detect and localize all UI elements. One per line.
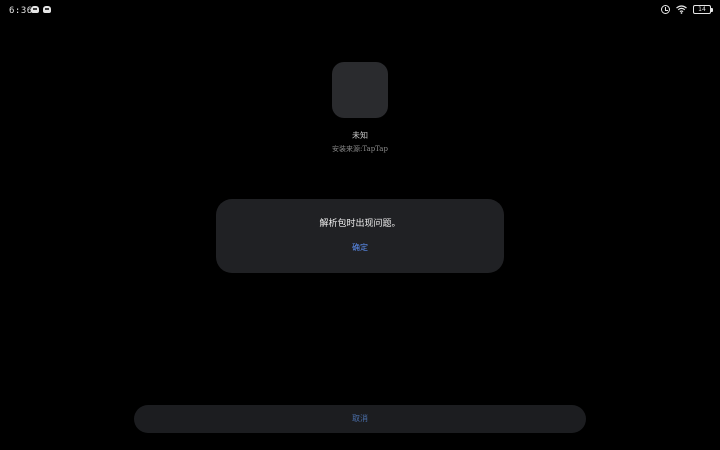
status-bar: 6:36 14 bbox=[0, 0, 720, 22]
app-notification-icon bbox=[43, 6, 51, 13]
wifi-icon bbox=[676, 5, 687, 14]
status-time: 6:36 bbox=[9, 6, 33, 16]
status-notification-icons bbox=[31, 6, 51, 13]
confirm-button[interactable]: 确定 bbox=[340, 239, 380, 257]
app-name: 未知 bbox=[352, 131, 368, 140]
error-dialog: 解析包时出现问题。 确定 bbox=[216, 199, 504, 273]
app-notification-icon bbox=[31, 6, 39, 13]
battery-level: 14 bbox=[698, 5, 706, 13]
dialog-message: 解析包时出现问题。 bbox=[319, 219, 401, 229]
screen: 6:36 14 未知 安装来源:TapTap 解析包时出现问题。 确定 取消 bbox=[0, 0, 720, 450]
status-right-icons: 14 bbox=[661, 5, 713, 14]
alarm-icon bbox=[661, 5, 670, 14]
battery-icon: 14 bbox=[693, 5, 713, 14]
cancel-button[interactable]: 取消 bbox=[134, 405, 586, 433]
app-install-source: 安装来源:TapTap bbox=[332, 145, 388, 153]
app-icon bbox=[332, 62, 388, 118]
